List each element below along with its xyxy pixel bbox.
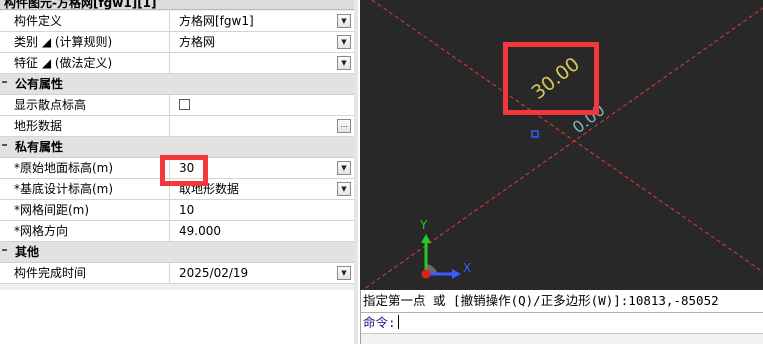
property-value[interactable] xyxy=(170,116,354,136)
property-row-category[interactable]: 类别 ◢ (计算规则) 方格网 ▼ xyxy=(0,32,354,53)
property-value[interactable]: 10 xyxy=(170,200,354,220)
property-row-completion-time[interactable]: 构件完成时间 2025/02/19 ▼ xyxy=(0,263,354,284)
cad-viewport[interactable]: 30.00 0.00 Y X xyxy=(360,0,763,290)
property-label: 构件定义 xyxy=(0,11,170,31)
dropdown-arrow-icon[interactable]: ▼ xyxy=(337,161,351,175)
property-label: 地形数据 xyxy=(0,116,170,136)
command-area[interactable]: 指定第一点 或 [撤销操作(Q)/正多边形(W)]:10813,-85052 命… xyxy=(360,290,763,344)
panel-scrollbar[interactable] xyxy=(354,0,358,344)
property-value[interactable]: 方格网 xyxy=(170,32,354,52)
property-row-grid-spacing[interactable]: *网格间距(m) 10 xyxy=(0,200,354,221)
property-label: 显示散点标高 xyxy=(0,95,170,115)
dropdown-arrow-icon[interactable]: ▼ xyxy=(337,14,351,28)
property-row-feature[interactable]: 特征 ◢ (做法定义) ▼ xyxy=(0,53,354,74)
dropdown-arrow-icon[interactable]: ▼ xyxy=(337,182,351,196)
property-label: *网格间距(m) xyxy=(0,200,170,220)
section-title: 私有属性 xyxy=(15,140,64,154)
highlight-box xyxy=(503,42,599,115)
panel-title-bar: 构件图元-方格网[fgw1][1] xyxy=(0,0,358,10)
property-label: 类别 ◢ (计算规则) xyxy=(0,32,170,52)
ucs-axis-icon: Y X xyxy=(419,218,471,279)
property-row-terrain-data[interactable]: 地形数据 ... xyxy=(0,116,354,137)
command-history-line: 指定第一点 或 [撤销操作(Q)/正多边形(W)]:10813,-85052 xyxy=(361,290,763,313)
property-value[interactable]: 方格网[fgw1] xyxy=(170,11,354,31)
section-public[interactable]: 公有属性 xyxy=(0,74,354,95)
property-label: 构件完成时间 xyxy=(0,263,170,283)
collapse-icon[interactable] xyxy=(2,249,7,251)
property-value[interactable]: 2025/02/19 xyxy=(170,263,354,283)
property-row-grid-direction[interactable]: *网格方向 49.000 xyxy=(0,221,354,242)
dropdown-arrow-icon[interactable]: ▼ xyxy=(337,266,351,280)
command-input[interactable]: 命令: xyxy=(361,313,763,334)
property-label: *原始地面标高(m) xyxy=(0,158,170,178)
property-label: *基底设计标高(m) xyxy=(0,179,170,199)
section-title: 其他 xyxy=(15,245,40,259)
origin-icon xyxy=(421,269,431,279)
status-strip xyxy=(361,334,763,344)
panel-title: 构件图元-方格网[fgw1][1] xyxy=(4,0,157,10)
property-value[interactable]: 49.000 xyxy=(170,221,354,241)
axis-x-label: X xyxy=(463,261,471,275)
ellipsis-button[interactable]: ... xyxy=(337,119,351,133)
grid-point-marker[interactable] xyxy=(531,130,539,138)
property-row-show-scatter-elevation[interactable]: 显示散点标高 xyxy=(0,95,354,116)
property-row-definition[interactable]: 构件定义 方格网[fgw1] ▼ xyxy=(0,11,354,32)
section-title: 公有属性 xyxy=(15,77,64,91)
dropdown-arrow-icon[interactable]: ▼ xyxy=(337,35,351,49)
y-axis-arrow-icon xyxy=(421,234,431,243)
axis-y-label: Y xyxy=(419,218,428,232)
property-label: 特征 ◢ (做法定义) xyxy=(0,53,170,73)
panel-empty-area xyxy=(0,290,354,344)
section-other[interactable]: 其他 xyxy=(0,242,354,263)
collapse-icon[interactable] xyxy=(2,81,7,83)
show-elevation-checkbox[interactable] xyxy=(179,99,190,110)
grid-line xyxy=(371,0,763,273)
highlight-box xyxy=(160,155,208,186)
property-value[interactable] xyxy=(170,95,354,115)
collapse-icon[interactable] xyxy=(2,144,7,146)
property-value[interactable] xyxy=(170,53,354,73)
x-axis-arrow-icon xyxy=(452,269,461,279)
text-cursor xyxy=(397,315,399,329)
property-panel: 构件图元-方格网[fgw1][1] 构件定义 方格网[fgw1] ▼ 类别 ◢ … xyxy=(0,0,358,344)
property-label: *网格方向 xyxy=(0,221,170,241)
command-prompt: 命令: xyxy=(363,315,396,330)
dropdown-arrow-icon[interactable]: ▼ xyxy=(337,56,351,70)
